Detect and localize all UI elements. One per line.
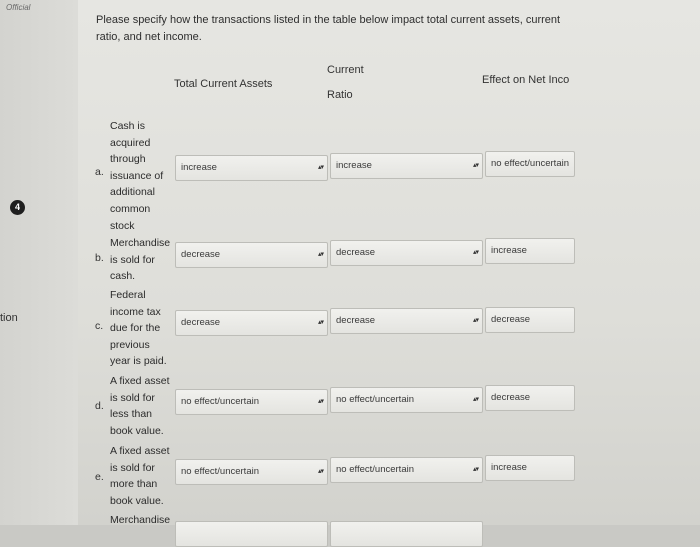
description-line: due for the — [110, 322, 161, 335]
selected-value: increase — [491, 245, 527, 256]
description-line: common — [110, 202, 151, 215]
total-current-assets-select[interactable]: increase ▴▾ — [175, 155, 328, 181]
up-down-arrows-icon: ▴▾ — [472, 249, 479, 256]
row-letter: a. — [95, 166, 104, 178]
selected-value: decrease — [491, 392, 531, 403]
description-line: through — [110, 153, 146, 166]
description-line: previous — [110, 338, 150, 351]
selected-value: no effect/uncertain — [181, 466, 259, 477]
description-line: less than — [110, 408, 153, 421]
description-line: income tax — [110, 305, 161, 318]
up-down-arrows-icon: ▴▾ — [472, 396, 479, 403]
description-line: Merchandise — [110, 514, 171, 526]
net-income-select[interactable]: decrease — [485, 307, 575, 333]
current-ratio-select[interactable]: no effect/uncertain ▴▾ — [330, 457, 483, 483]
description-line: additional — [110, 186, 155, 199]
row-letter: c. — [95, 320, 104, 332]
description-line: A fixed asset — [110, 375, 170, 387]
description-line: is sold for — [110, 461, 155, 474]
row-description: Cash is acquired through issuance of add… — [110, 118, 163, 234]
column-header-total-current-assets: Total Current Assets — [174, 78, 273, 90]
selected-value: increase — [336, 160, 372, 171]
up-down-arrows-icon: ▴▾ — [472, 466, 479, 473]
description-line: cash. — [110, 270, 136, 283]
description-line: is sold for — [110, 391, 155, 404]
description-line: book value. — [110, 424, 164, 437]
up-down-arrows-icon: ▴▾ — [317, 251, 324, 258]
up-down-arrows-icon: ▴▾ — [472, 162, 479, 169]
selected-value: no effect/uncertain — [336, 394, 414, 405]
row-letter: e. — [95, 471, 104, 483]
selected-value: no effect/uncertain — [181, 396, 259, 407]
description-line: year is paid. — [110, 355, 167, 368]
question-text: Please specify how the transactions list… — [96, 14, 561, 43]
left-rail: Official 4 tion — [0, 0, 79, 525]
description-line: Cash is — [110, 120, 146, 132]
row-description: Merchandise — [110, 512, 170, 529]
selected-value: no effect/uncertain — [491, 158, 569, 169]
selected-value: increase — [491, 462, 527, 473]
net-income-select[interactable]: decrease — [485, 385, 575, 411]
row-description: A fixed asset is sold for less than book… — [110, 373, 170, 439]
current-ratio-select[interactable]: decrease ▴▾ — [330, 308, 483, 334]
net-income-select[interactable]: increase — [485, 238, 575, 264]
up-down-arrows-icon: ▴▾ — [472, 317, 479, 324]
current-ratio-select[interactable]: decrease ▴▾ — [330, 240, 483, 266]
selected-value: decrease — [336, 247, 376, 258]
net-income-select[interactable]: no effect/uncertain — [485, 151, 575, 177]
question-number-badge[interactable]: 4 — [10, 200, 25, 215]
row-letter: d. — [95, 400, 104, 412]
up-down-arrows-icon: ▴▾ — [317, 319, 324, 326]
description-line: issuance of — [110, 169, 164, 182]
up-down-arrows-icon: ▴▾ — [317, 164, 324, 171]
description-line: more than — [110, 478, 158, 491]
selected-value: increase — [181, 162, 217, 173]
row-description: Federal income tax due for the previous … — [110, 287, 167, 370]
selected-value: no effect/uncertain — [336, 464, 414, 475]
column-header-current-ratio-line1: Current — [327, 64, 364, 76]
description-line: Merchandise — [110, 237, 171, 249]
description-line: stock — [110, 219, 135, 232]
total-current-assets-select[interactable]: no effect/uncertain ▴▾ — [175, 389, 328, 415]
column-header-effect-on-net-income: Effect on Net Inco — [482, 74, 570, 86]
description-line: acquired — [110, 136, 151, 149]
description-line: A fixed asset — [110, 445, 170, 457]
current-ratio-select[interactable]: no effect/uncertain ▴▾ — [330, 387, 483, 413]
selected-value: decrease — [181, 317, 221, 328]
total-current-assets-select[interactable]: decrease ▴▾ — [175, 310, 328, 336]
total-current-assets-select[interactable]: decrease ▴▾ — [175, 242, 328, 268]
sidebar-label: tion — [0, 312, 18, 324]
description-line: is sold for — [110, 253, 155, 266]
row-letter: b. — [95, 252, 104, 264]
official-label: Official — [6, 3, 31, 12]
net-income-select[interactable]: increase — [485, 455, 575, 481]
selected-value: decrease — [181, 249, 221, 260]
description-line: book value. — [110, 494, 164, 507]
row-description: A fixed asset is sold for more than book… — [110, 443, 170, 509]
column-header-current-ratio-line2: Ratio — [327, 89, 353, 101]
description-line: Federal — [110, 289, 146, 301]
up-down-arrows-icon: ▴▾ — [317, 468, 324, 475]
selected-value: decrease — [336, 315, 376, 326]
current-ratio-select[interactable]: increase ▴▾ — [330, 153, 483, 179]
total-current-assets-select[interactable]: no effect/uncertain ▴▾ — [175, 459, 328, 485]
selected-value: decrease — [491, 314, 531, 325]
up-down-arrows-icon: ▴▾ — [317, 398, 324, 405]
row-description: Merchandise is sold for cash. — [110, 235, 170, 285]
